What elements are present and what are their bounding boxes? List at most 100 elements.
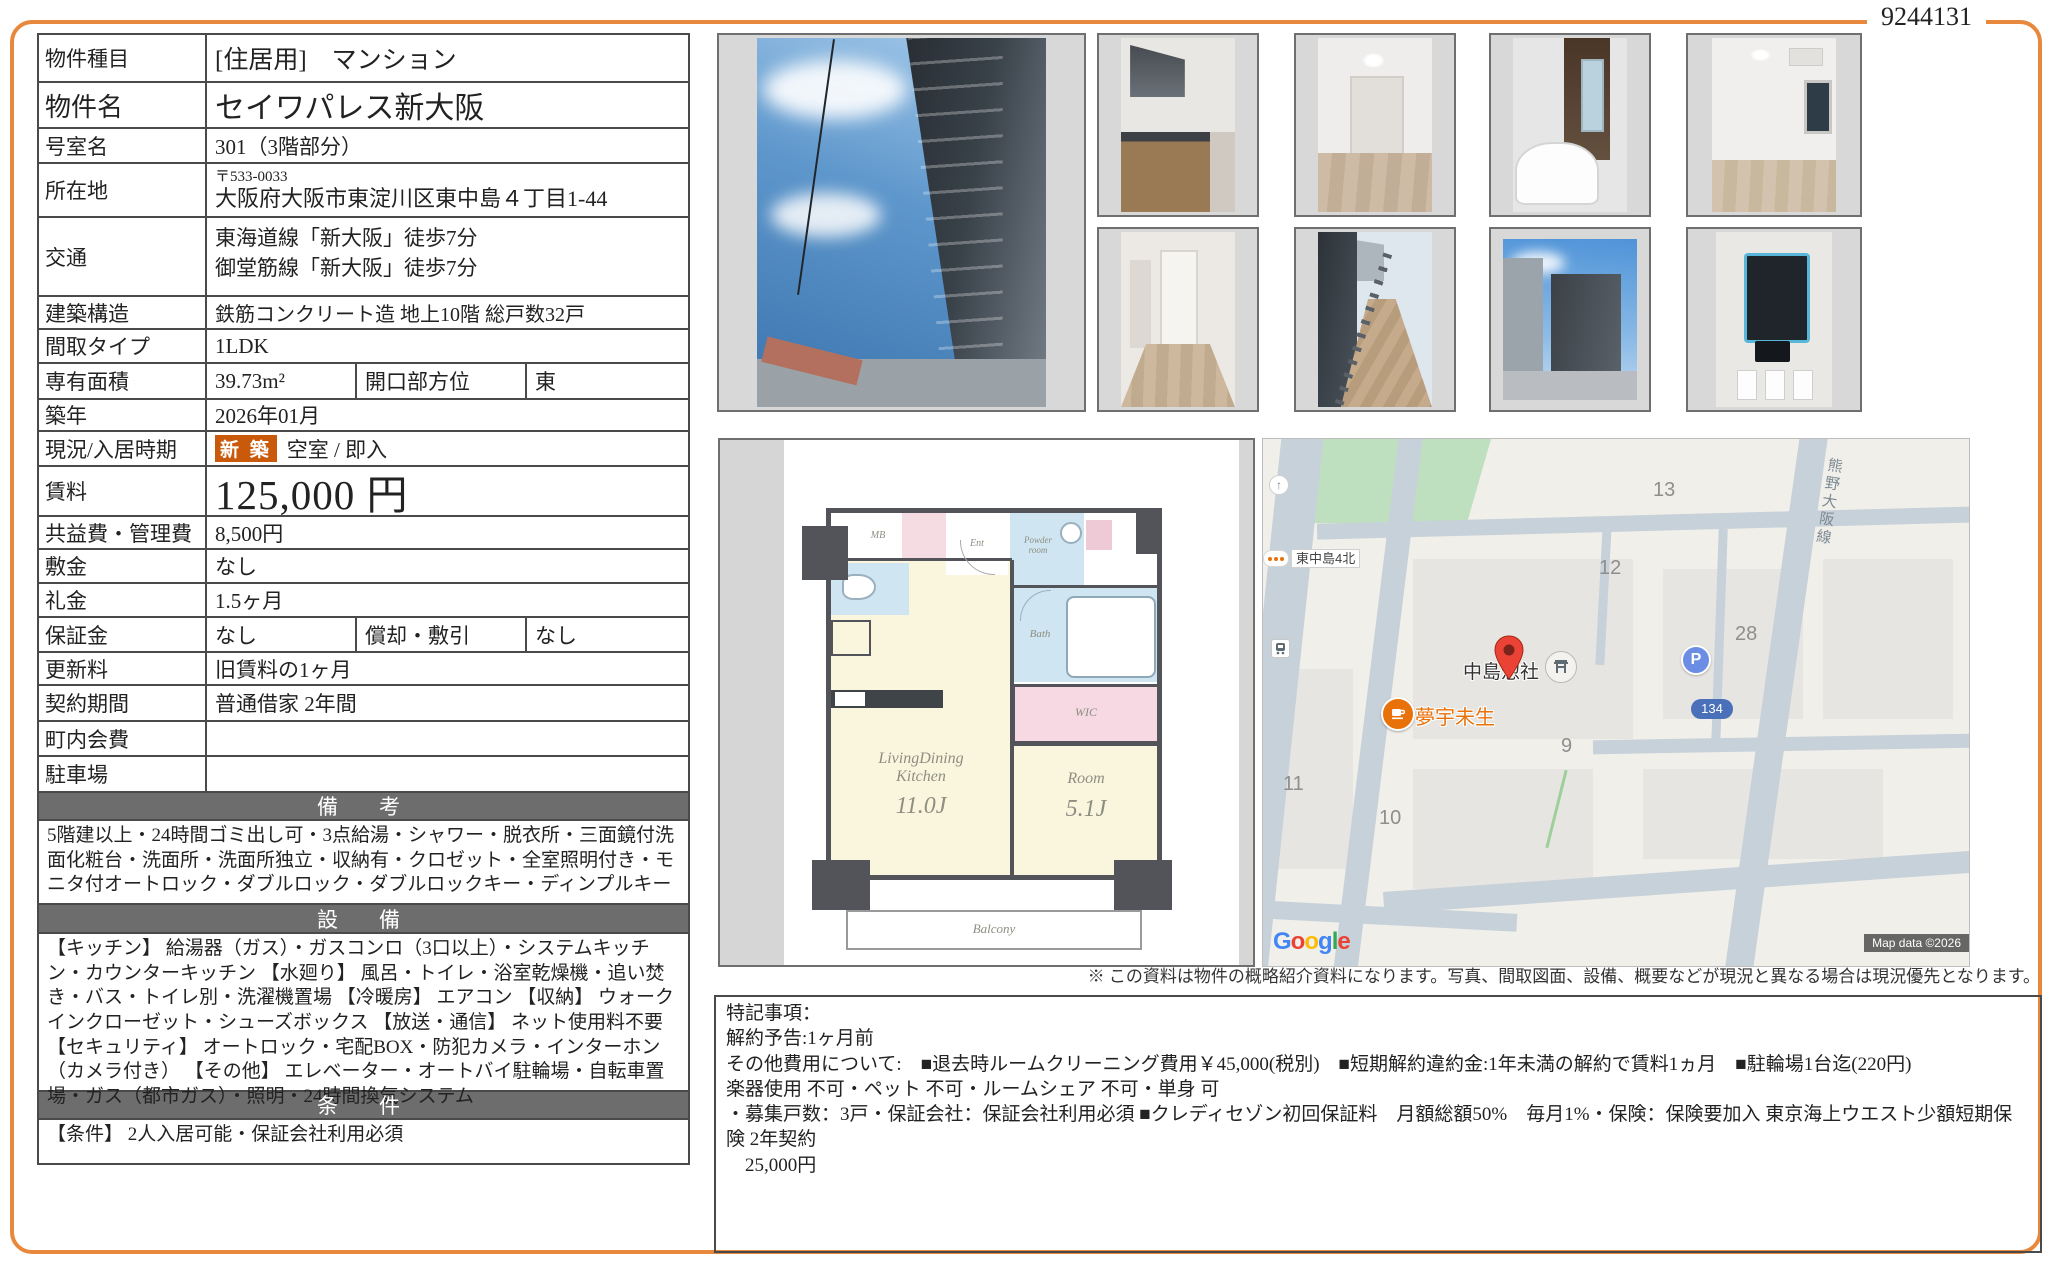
row-label: 物件種目: [39, 35, 205, 81]
notes-title: 特記事項：: [726, 1001, 2030, 1026]
conditions-text: 【条件】 2人入居可能・保証会社利用必須: [39, 1120, 688, 1163]
pillar: [812, 860, 870, 910]
floorplan-label-mb: MB: [856, 530, 900, 541]
property-flyer-page: 9244131 物件種目 [住居用] マンション 物件名 セイワパレス新大阪 号…: [0, 0, 2056, 1265]
pillar: [1136, 508, 1162, 554]
photo-balcony: [1318, 232, 1432, 407]
wood-floor: [1318, 153, 1432, 212]
photo-neighborhood-view: [1503, 239, 1637, 400]
row-label: 開口部方位: [355, 364, 525, 398]
floorplan-label-balcony: Balcony: [924, 922, 1064, 936]
remarks-text: 5階建以上・24時間ゴミ出し可・3点給湯・シャワー・脱衣所・三面鏡付洗面化粧台・…: [39, 821, 688, 905]
address: 大阪府大阪市東淀川区東中島４丁目1-44: [215, 186, 607, 211]
table-row: 所在地 〒533-0033 大阪府大阪市東淀川区東中島４丁目1-44: [39, 164, 688, 218]
bus-stop-icon: [1263, 550, 1289, 567]
photo-room-window: [1712, 38, 1836, 212]
row-value: [住居用] マンション: [205, 35, 688, 81]
map-building: [1413, 769, 1593, 889]
photo-kitchen: [1121, 38, 1235, 212]
table-row: 築年 2026年01月: [39, 400, 688, 432]
equipment-header: 設 備: [39, 905, 688, 934]
floorplan-panel: MB Ent Powder room Bath WIC LivingDining…: [718, 438, 1255, 967]
row-value: 2026年01月: [205, 400, 688, 430]
dot: [1280, 557, 1284, 561]
row-label: 号室名: [39, 129, 205, 162]
notes-line: その他費用について: ■退去時ルームクリーニング費用￥45,000(税別) ■短…: [726, 1052, 2030, 1077]
photo-panel: [1097, 227, 1259, 412]
photo-panel: [1294, 227, 1456, 412]
row-value: [205, 757, 688, 791]
google-logo: Google: [1273, 928, 1350, 956]
special-notes-box: 特記事項： 解約予告:1ヶ月前 その他費用について: ■退去時ルームクリーニング…: [714, 995, 2042, 1253]
location-map: 熊野大阪線 ↑ 東中島4北 13 12 28 9 11 10 P 134 中島惣…: [1262, 438, 1970, 967]
block-number: 13: [1653, 479, 1675, 502]
row-label: 敷金: [39, 550, 205, 582]
powder-line2: room: [1012, 546, 1064, 556]
table-row: 物件種目 [住居用] マンション: [39, 35, 688, 83]
row-label: 保証金: [39, 618, 205, 651]
wall: [1012, 585, 1160, 588]
block-number: 11: [1283, 773, 1304, 796]
property-name: セイワパレス新大阪: [205, 83, 688, 127]
street: [1503, 371, 1637, 400]
dot: [1268, 557, 1272, 561]
room-line1: Room: [1024, 770, 1148, 788]
table-row: 物件名 セイワパレス新大阪: [39, 83, 688, 129]
transit-line-2: 御堂筋線「新大阪」徒歩7分: [215, 252, 478, 282]
table-row: 号室名 301（3階部分）: [39, 129, 688, 164]
table-row: 交通 東海道線「新大阪」徒歩7分 御堂筋線「新大阪」徒歩7分: [39, 218, 688, 297]
photo-panel: [1097, 33, 1259, 217]
floorplan-label-powder: Powder room: [1012, 536, 1064, 556]
row-value: なし: [205, 618, 355, 651]
logo-letter: g: [1318, 928, 1332, 955]
table-row: 専有面積 39.73m² 開口部方位 東: [39, 364, 688, 400]
room-size: 5.1J: [1024, 796, 1148, 822]
floorplan-label-ent: Ent: [952, 538, 1002, 549]
logo-letter: e: [1337, 928, 1349, 955]
pillar: [1114, 860, 1172, 910]
door: [1160, 250, 1198, 350]
logo-letter: G: [1273, 928, 1291, 955]
cloud: [763, 60, 908, 119]
monitor: [1744, 253, 1810, 343]
rail-station-icon: [1271, 639, 1290, 658]
row-label: 更新料: [39, 653, 205, 684]
document-id: 9244131: [1867, 2, 1986, 32]
floorplan: MB Ent Powder room Bath WIC LivingDining…: [784, 440, 1239, 965]
facing-direction: 東: [525, 364, 686, 398]
occupancy-status: 空室 / 即入: [287, 434, 387, 464]
notes-line: 楽器使用 不可・ペット 不可・ルームシェア 不可・単身 可: [726, 1077, 2030, 1102]
photo-bathroom: [1513, 38, 1627, 212]
row-label: 共益費・管理費: [39, 517, 205, 548]
remarks-header: 備 考: [39, 793, 688, 821]
bathtub: [1515, 142, 1599, 205]
table-row: 賃料 125,000 円: [39, 467, 688, 517]
photo-panel: [1489, 33, 1651, 217]
row-value: [205, 722, 688, 755]
equipment-text: 【キッチン】 給湯器（ガス）・ガスコンロ（3口以上）・システムキッチン・カウンタ…: [39, 934, 688, 1092]
row-label: 償却・敷引: [355, 618, 525, 651]
photo-building-exterior: [757, 38, 1046, 407]
row-value: 旧賃料の1ヶ月: [205, 653, 688, 684]
transit-cell: 東海道線「新大阪」徒歩7分 御堂筋線「新大阪」徒歩7分: [205, 218, 688, 295]
ldk-line2: Kitchen: [846, 768, 996, 786]
table-row: 町内会費: [39, 722, 688, 757]
row-label: 建築構造: [39, 297, 205, 328]
closet-door: [1130, 260, 1151, 348]
logo-letter: o: [1291, 928, 1305, 955]
new-construction-badge: 新 築: [215, 435, 277, 462]
block-number: 12: [1599, 557, 1621, 580]
wall: [1012, 743, 1160, 746]
row-value: 1LDK: [205, 330, 688, 362]
one-way-arrow-icon: ↑: [1269, 475, 1289, 495]
row-value: 普通借家 2年間: [205, 686, 688, 720]
block-number: 10: [1379, 807, 1401, 830]
photo-panel-main: [717, 33, 1086, 412]
row-label: 礼金: [39, 584, 205, 616]
back-wall: [1350, 76, 1404, 157]
row-value: 鉄筋コンクリート造 地上10階 総戸数32戸: [205, 297, 688, 328]
row-label: 駐車場: [39, 757, 205, 791]
logo-letter: o: [1304, 928, 1318, 955]
row-label: 専有面積: [39, 364, 205, 398]
row-label: 賃料: [39, 467, 205, 515]
